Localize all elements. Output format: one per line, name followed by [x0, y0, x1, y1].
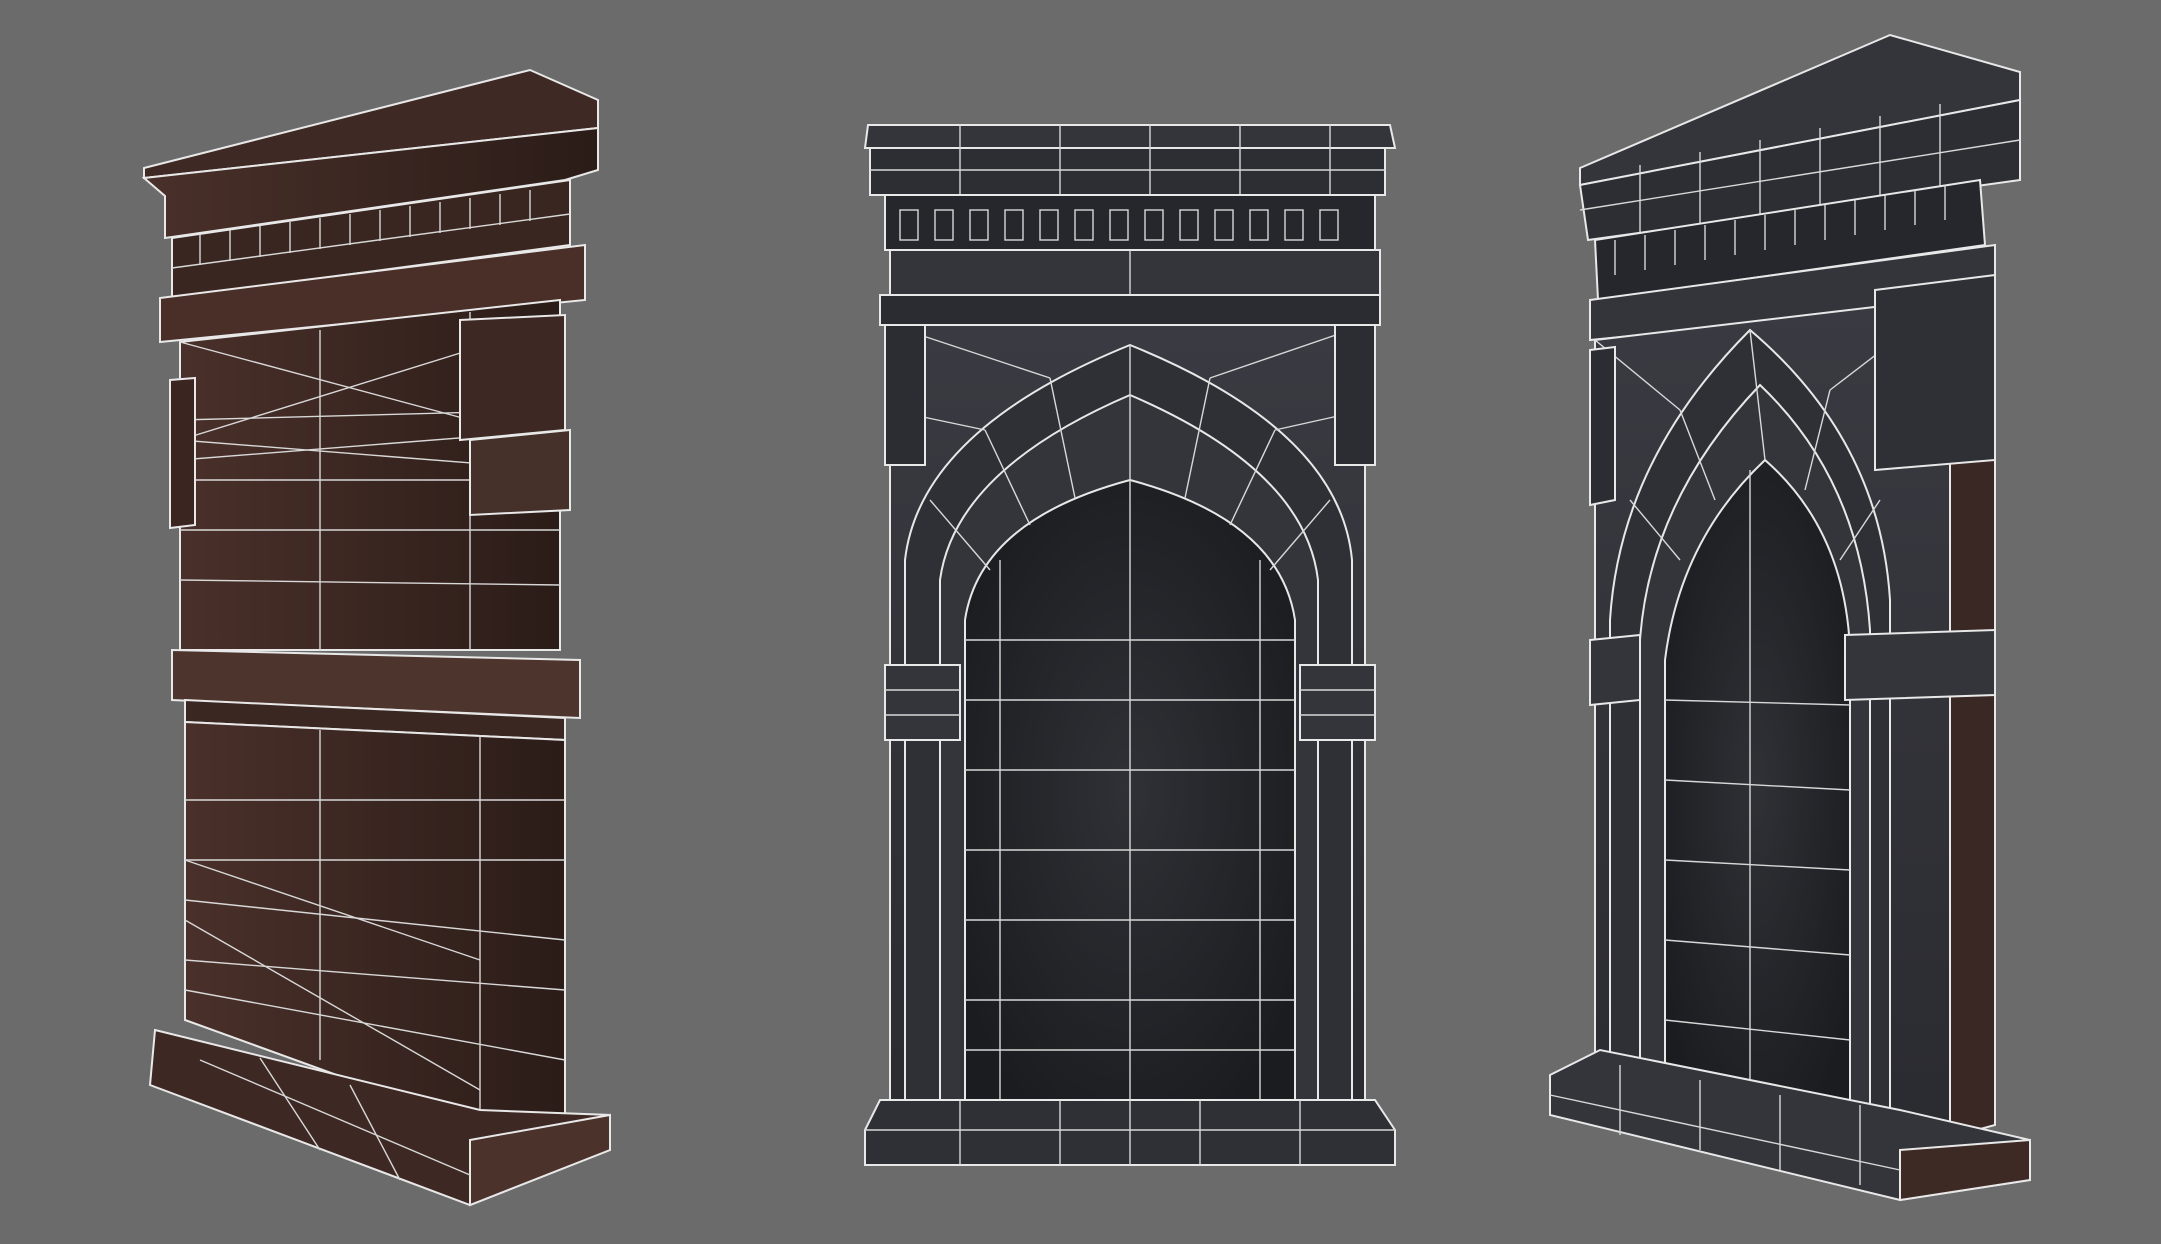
side-view-model	[141, 68, 611, 1207]
viewport-canvas	[141, 33, 2031, 1207]
three-quarter-view-model	[1549, 33, 2031, 1202]
front-view-model	[863, 124, 1397, 1166]
